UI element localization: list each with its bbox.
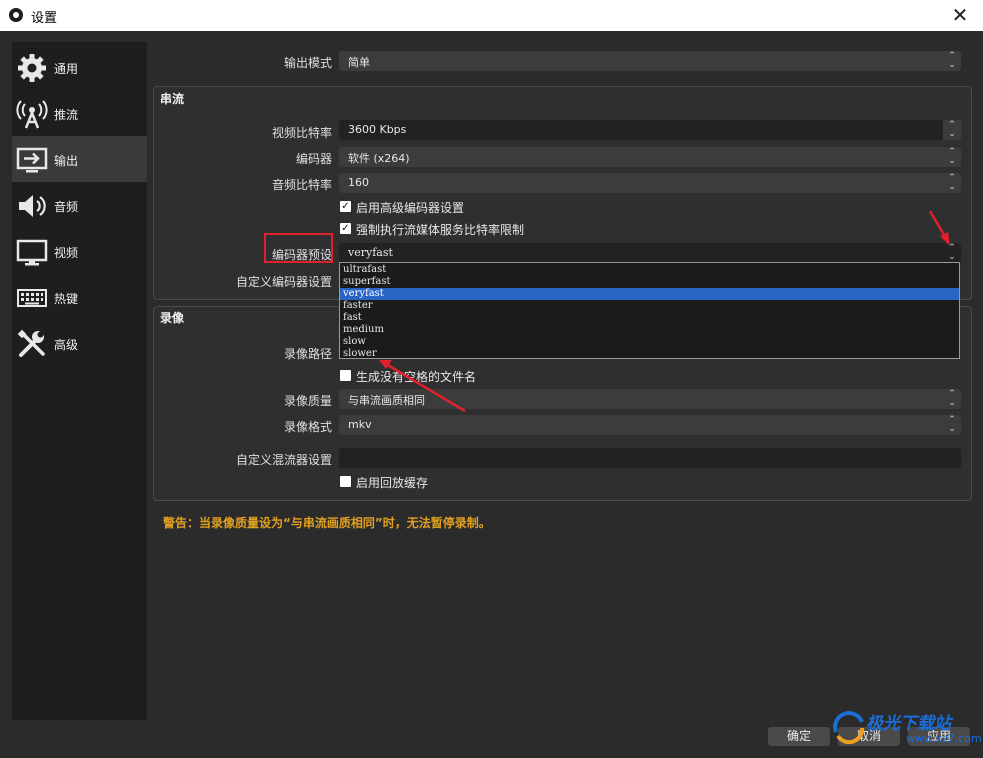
chevron-updown-icon: ⌃ ⌄ (948, 389, 956, 408)
recording-quality-value: 与串流画质相同 (348, 394, 425, 407)
watermark-swirl-icon (833, 711, 865, 744)
output-mode-select[interactable]: 简单 ⌃ ⌄ (339, 51, 961, 71)
advanced-encoder-label: 启用高级编码器设置 (356, 201, 465, 215)
custom-muxer-input[interactable] (339, 448, 961, 468)
chevron-updown-icon: ⌃ ⌄ (948, 51, 956, 70)
close-button[interactable]: ✕ (937, 0, 983, 31)
recording-format-label: 录像格式 (283, 420, 332, 434)
sidebar-item-label: 输出 (54, 154, 79, 168)
dropdown-option[interactable]: slower (340, 348, 959, 360)
obs-logo-icon (9, 8, 23, 22)
watermark-url: www.xz7.com (906, 732, 982, 745)
sidebar-item-advanced[interactable]: 高级 (12, 320, 147, 366)
chevron-updown-icon: ⌃ ⌄ (948, 173, 956, 192)
settings-sidebar: 通用 推流 输出 音频 视频 热键 高级 (12, 42, 147, 720)
preset-highlight-box (264, 233, 333, 263)
no-space-filename-label: 生成没有空格的文件名 (356, 370, 477, 384)
recording-quality-label: 录像质量 (283, 394, 332, 408)
sidebar-item-output[interactable]: 输出 (12, 136, 147, 182)
dropdown-option[interactable]: fast (340, 312, 959, 324)
encoder-select[interactable]: 软件 (x264) ⌃ ⌄ (339, 147, 961, 167)
tools-icon (17, 329, 45, 357)
preset-value: veryfast (348, 246, 393, 259)
sidebar-item-stream[interactable]: 推流 (12, 90, 147, 136)
warning-text: 警告：当录像质量设为“与串流画质相同”时，无法暂停录制。 (163, 516, 491, 530)
enforce-limits-checkbox[interactable]: ✓ 强制执行流媒体服务比特率限制 (340, 221, 640, 237)
no-space-filename-checkbox[interactable]: 生成没有空格的文件名 (340, 368, 640, 384)
sidebar-item-label: 高级 (54, 338, 79, 352)
dropdown-option[interactable]: superfast (340, 276, 959, 288)
sidebar-item-hotkeys[interactable]: 热键 (12, 274, 147, 320)
video-bitrate-label: 视频比特率 (271, 126, 332, 140)
checkmark-icon: ✓ (340, 201, 351, 212)
sidebar-item-label: 视频 (54, 246, 79, 260)
custom-encoder-label: 自定义编码器设置 (235, 275, 332, 289)
chevron-updown-icon: ⌃ ⌄ (948, 147, 956, 166)
sidebar-item-label: 音频 (54, 200, 79, 214)
audio-bitrate-select[interactable]: 160 ⌃ ⌄ (339, 173, 961, 193)
watermark-text: 极光下载站 (866, 714, 951, 734)
output-mode-value: 简单 (348, 56, 370, 69)
watermark-logo: 极光下载站 www.xz7.com (832, 706, 982, 750)
title-bar: 设置 ✕ (0, 0, 983, 31)
custom-muxer-label: 自定义混流器设置 (235, 453, 332, 467)
dropdown-option-selected[interactable]: veryfast (340, 288, 959, 300)
audio-bitrate-value: 160 (348, 176, 369, 189)
ok-button[interactable]: 确定 (768, 727, 830, 746)
advanced-encoder-checkbox[interactable]: ✓ 启用高级编码器设置 (340, 199, 640, 215)
streaming-group-title: 串流 (160, 92, 185, 106)
antenna-icon (16, 100, 48, 129)
encoder-label: 编码器 (295, 152, 332, 166)
speaker-icon (19, 195, 46, 217)
window-title: 设置 (31, 11, 58, 26)
recording-quality-select[interactable]: 与串流画质相同 ⌃ ⌄ (339, 389, 961, 409)
recording-path-label: 录像路径 (283, 347, 332, 361)
checkbox-box (340, 476, 351, 487)
chevron-updown-icon: ⌃ ⌄ (948, 415, 956, 434)
video-bitrate-value: 3600 Kbps (348, 123, 407, 136)
checkmark-icon: ✓ (340, 223, 351, 234)
sidebar-item-label: 热键 (54, 292, 79, 306)
spin-arrows-icon[interactable]: ⌃ ⌄ (943, 120, 961, 140)
output-monitor-icon (16, 147, 48, 173)
sidebar-item-label: 推流 (54, 108, 79, 122)
sidebar-item-label: 通用 (54, 62, 79, 76)
chevron-updown-icon: ⌃ ⌄ (948, 243, 956, 262)
dropdown-option[interactable]: ultrafast (340, 264, 959, 276)
enforce-limits-label: 强制执行流媒体服务比特率限制 (356, 223, 525, 237)
dropdown-option[interactable]: faster (340, 300, 959, 312)
dropdown-option[interactable]: medium (340, 324, 959, 336)
replay-buffer-checkbox[interactable]: 启用回放缓存 (340, 474, 540, 490)
keyboard-icon (17, 289, 47, 307)
sidebar-item-video[interactable]: 视频 (12, 228, 147, 274)
video-bitrate-spinbox[interactable]: 3600 Kbps ⌃ ⌄ (339, 120, 961, 140)
preset-select[interactable]: veryfast ⌃ ⌄ (339, 243, 961, 263)
sidebar-item-general[interactable]: 通用 (12, 44, 147, 90)
output-mode-label: 输出模式 (283, 56, 332, 70)
recording-group-title: 录像 (160, 311, 185, 325)
monitor-icon (16, 239, 48, 266)
dropdown-option[interactable]: slow (340, 336, 959, 348)
recording-format-value: mkv (348, 418, 372, 431)
replay-buffer-label: 启用回放缓存 (356, 476, 429, 490)
recording-format-select[interactable]: mkv ⌃ ⌄ (339, 415, 961, 435)
sidebar-item-audio[interactable]: 音频 (12, 182, 147, 228)
audio-bitrate-label: 音频比特率 (271, 178, 332, 192)
checkbox-box (340, 370, 351, 381)
gear-icon (18, 54, 46, 82)
preset-dropdown-list: ultrafast superfast veryfast faster fast… (339, 262, 960, 359)
encoder-value: 软件 (x264) (348, 152, 410, 165)
